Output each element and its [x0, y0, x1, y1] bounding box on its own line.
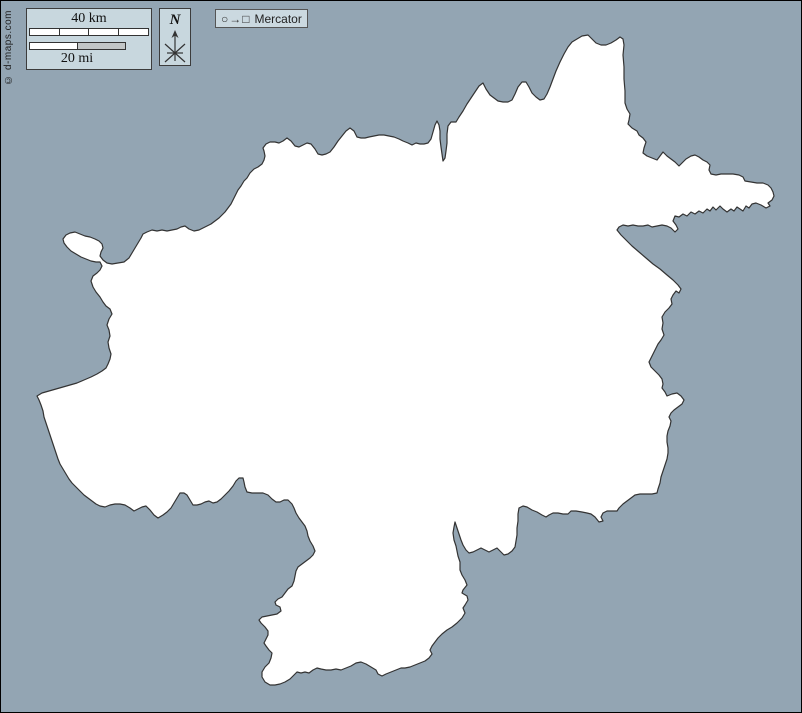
map-sheet: { "colors":{ "sea":"#93A5B3","land":"#FF… — [0, 0, 802, 713]
compass-arrow-icon — [161, 28, 189, 64]
projection-label: Mercator — [255, 12, 302, 26]
map-canvas — [0, 0, 802, 713]
north-label: N — [160, 12, 190, 28]
scale-bar-mi-segment — [78, 43, 126, 49]
north-arrow-panel: N — [159, 8, 191, 66]
scale-bar-km — [29, 28, 149, 36]
scale-bar-mi — [29, 42, 126, 50]
scale-bar-km-segment — [89, 29, 119, 35]
copyright-text: © d-maps.com — [3, 10, 14, 85]
scale-bar-panel: 40 km 20 mi — [26, 8, 152, 70]
scale-bar-km-segment — [60, 29, 90, 35]
scale-bar-km-segment — [119, 29, 149, 35]
projection-chip: ○→□ Mercator — [215, 9, 308, 28]
projection-transform-icon: ○→□ — [221, 12, 251, 26]
scale-bar-mi-segment — [30, 43, 78, 49]
scale-mi-label: 20 mi — [15, 51, 139, 67]
scale-km-label: 40 km — [27, 11, 151, 27]
scale-bar-km-segment — [30, 29, 60, 35]
